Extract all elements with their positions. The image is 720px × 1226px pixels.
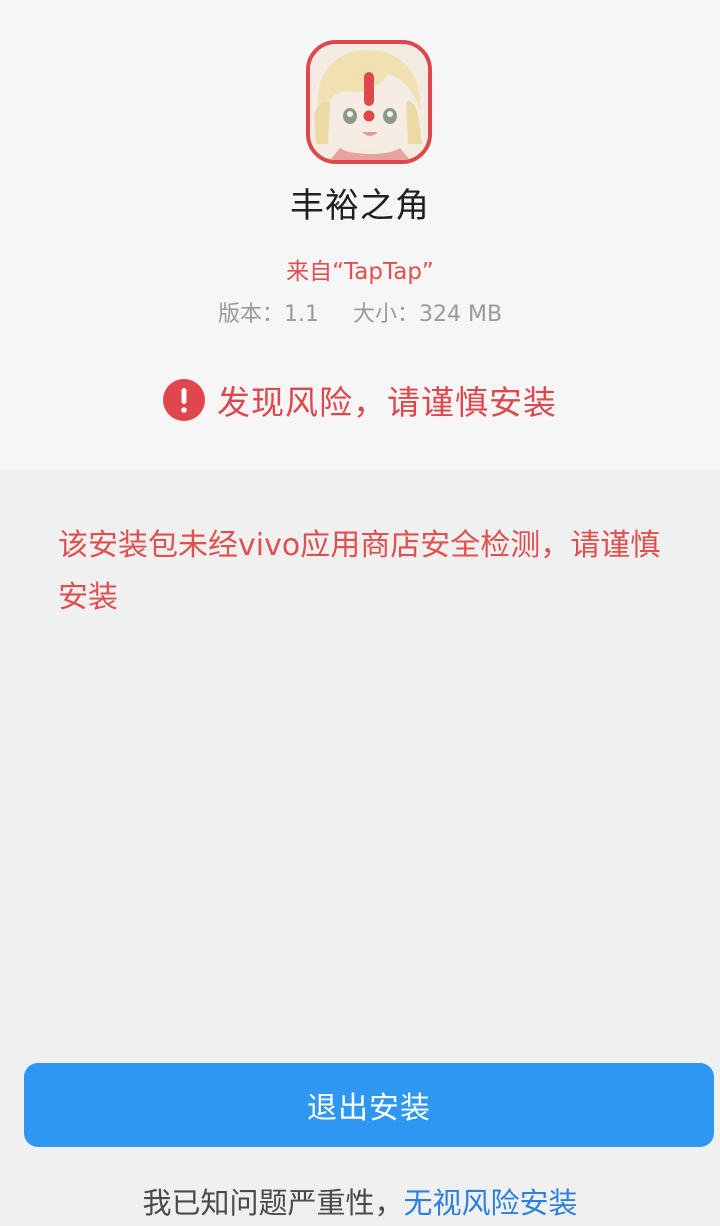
- app-name: 丰裕之角: [290, 186, 430, 226]
- version-label: 版本：: [217, 302, 284, 327]
- anime-app-icon: [310, 44, 428, 160]
- acknowledge-row: 我已知问题严重性，无视风险安装: [0, 1180, 720, 1222]
- risk-heading: 发现风险，请谨慎安装: [0, 376, 720, 424]
- app-icon: [306, 40, 432, 164]
- acknowledge-text: 我已知问题严重性，: [142, 1186, 404, 1220]
- app-info-panel: 丰裕之角 来自“TapTap” 版本：1.1 大小：324 MB 发现风险，请谨慎…: [0, 0, 720, 470]
- exclamation-circle-icon: [163, 379, 205, 421]
- version-value: 1.1: [283, 302, 319, 327]
- ignore-risk-install-link[interactable]: 无视风险安装: [404, 1186, 578, 1220]
- app-meta: 版本：1.1 大小：324 MB: [0, 296, 720, 328]
- risk-description: 该安装包未经vivo应用商店安全检测，请谨慎安装: [58, 528, 661, 615]
- exit-install-button[interactable]: 退出安装: [24, 1063, 714, 1147]
- size-value: 324 MB: [418, 302, 503, 327]
- size-label: 大小：: [352, 302, 419, 327]
- app-source: 来自“TapTap”: [286, 259, 434, 285]
- risk-title: 发现风险，请谨慎安装: [217, 383, 557, 422]
